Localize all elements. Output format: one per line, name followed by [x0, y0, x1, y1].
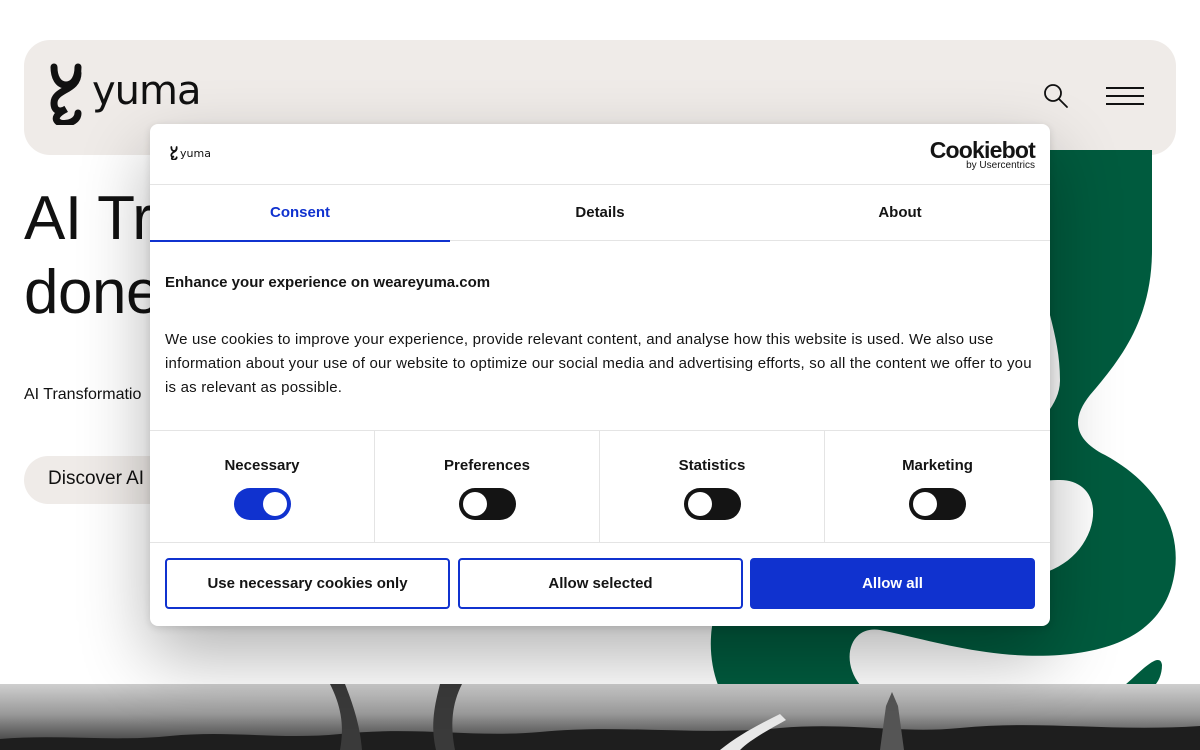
page: yuma AI Tr done AI Transformatio Discove…	[0, 0, 1200, 750]
toggle-label: Statistics	[678, 457, 746, 474]
site-logo-text: yuma	[92, 68, 201, 114]
toggle-label: Preferences	[444, 457, 530, 474]
menu-button[interactable]	[1106, 84, 1148, 110]
toggle-marketing-cell: Marketing	[825, 431, 1050, 543]
tab-consent[interactable]: Consent	[150, 185, 450, 242]
dialog-body-text: We use cookies to improve your experienc…	[165, 331, 1032, 396]
preferences-toggle[interactable]	[459, 488, 516, 520]
allow-selected-button[interactable]: Allow selected	[458, 558, 743, 609]
hero-subtitle: AI Transformatio	[24, 386, 142, 403]
cookie-consent-dialog: yuma Cookiebot by Usercentrics Consent D…	[150, 124, 1050, 626]
dialog-brand-text: yuma	[180, 146, 211, 160]
toggle-label: Necessary	[224, 457, 300, 474]
marketing-toggle[interactable]	[909, 488, 966, 520]
dialog-tabs: Consent Details About	[150, 185, 1050, 242]
toggle-preferences-cell: Preferences	[375, 431, 600, 543]
dialog-header: yuma Cookiebot by Usercentrics	[150, 124, 1050, 185]
dialog-brand-logo: yuma	[170, 146, 211, 160]
yuma-logo-mark-icon	[50, 63, 82, 125]
cookiebot-name: Cookiebot	[929, 137, 1036, 163]
cookiebot-logo[interactable]: Cookiebot by Usercentrics	[929, 137, 1036, 171]
tab-about[interactable]: About	[750, 185, 1050, 241]
yuma-logo-mark-icon	[170, 146, 178, 160]
use-necessary-only-button[interactable]: Use necessary cookies only	[165, 558, 450, 609]
toggle-necessary-cell: Necessary	[150, 431, 375, 543]
necessary-toggle[interactable]	[234, 488, 291, 520]
statistics-toggle[interactable]	[684, 488, 741, 520]
site-logo[interactable]: yuma	[48, 62, 201, 126]
hero-title: AI Tr done	[24, 184, 160, 327]
dialog-title: Enhance your experience on weareyuma.com	[165, 274, 491, 291]
search-button[interactable]	[1042, 82, 1072, 112]
hero-photo	[0, 684, 1200, 750]
allow-all-button[interactable]: Allow all	[750, 558, 1035, 609]
toggle-statistics-cell: Statistics	[600, 431, 825, 543]
search-icon	[1044, 84, 1068, 108]
tab-details[interactable]: Details	[450, 185, 750, 241]
consent-toggles: Necessary Preferences Statistics Marketi…	[150, 430, 1050, 543]
toggle-label: Marketing	[902, 457, 973, 474]
hamburger-menu-icon	[1106, 87, 1144, 89]
